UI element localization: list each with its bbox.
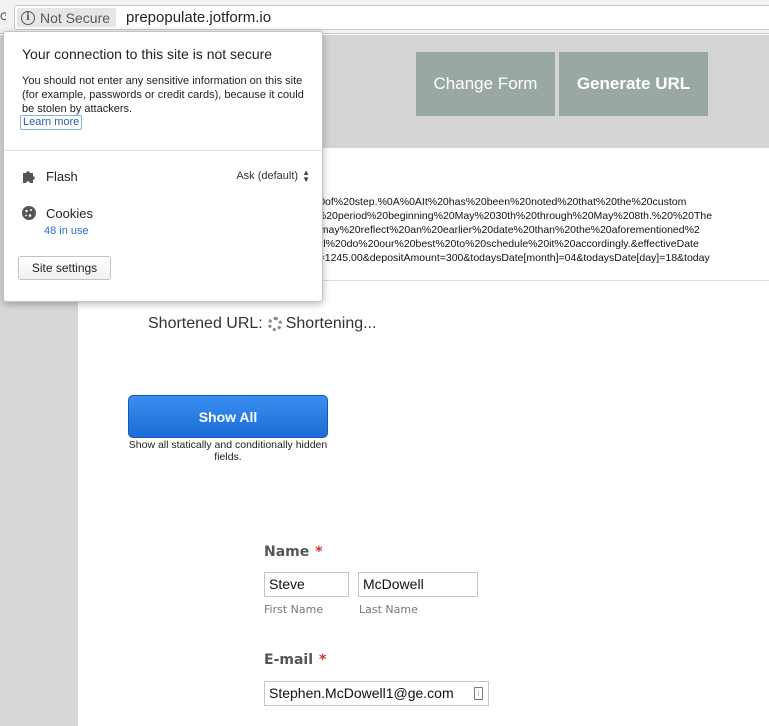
cookie-icon: [20, 204, 38, 222]
cookies-row: Cookies: [20, 204, 310, 222]
flash-setting-select[interactable]: Ask (default) ▲ ▼: [236, 168, 310, 184]
show-all-button[interactable]: Show All: [128, 395, 328, 438]
last-name-input[interactable]: McDowell: [358, 572, 478, 597]
url-text[interactable]: prepopulate.jotform.io: [126, 9, 271, 26]
first-name-input[interactable]: Steve: [264, 572, 349, 597]
flash-label: Flash: [46, 168, 78, 184]
site-settings-button[interactable]: Site settings: [18, 256, 111, 280]
show-all-caption: Show all statically and conditionally hi…: [128, 439, 328, 463]
security-label: Not Secure: [40, 9, 111, 26]
popup-description: You should not enter any sensitive infor…: [22, 75, 304, 115]
generate-url-button[interactable]: Generate URL: [559, 52, 708, 116]
site-info-popup: Your connection to this site is not secu…: [3, 31, 323, 302]
puzzle-piece-icon: [20, 167, 38, 185]
shortening-status: Shortening...: [285, 315, 377, 332]
contact-card-icon[interactable]: ⁝: [474, 687, 483, 700]
email-field-label: E-mail *: [264, 652, 326, 668]
cookies-in-use-link[interactable]: 48 in use: [44, 225, 89, 237]
url-line: nt%20may%20reflect%20an%20earlier%20date…: [290, 224, 700, 236]
info-icon: i: [21, 10, 35, 25]
address-bar: ⟳ i Not Secure prepopulate.jotform.io: [0, 0, 769, 34]
up-down-chevron-icon: ▲ ▼: [302, 168, 310, 184]
first-name-sublabel: First Name: [264, 603, 324, 616]
flash-permission-row: Flash Ask (default) ▲ ▼: [20, 167, 310, 185]
browser-window: ⟳ i Not Secure prepopulate.jotform.io Ch…: [0, 0, 769, 726]
omnibox[interactable]: i Not Secure prepopulate.jotform.io: [14, 5, 769, 30]
last-name-sublabel: Last Name: [359, 603, 418, 616]
shortened-url-label: Shortened URL:: [148, 315, 263, 332]
reload-icon[interactable]: ⟳: [0, 9, 6, 25]
url-line: %20a%20period%20beginning%20May%2030th%2…: [290, 210, 713, 222]
url-line: ide%20of%20step.%0A%0AIt%20has%20been%20…: [290, 196, 687, 208]
popup-divider: [4, 150, 322, 151]
name-field-label: Name *: [264, 544, 323, 560]
required-mark: *: [315, 544, 323, 560]
popup-title: Your connection to this site is not secu…: [22, 46, 273, 62]
spinner-icon: [267, 317, 282, 331]
url-line: %20will%20do%20our%20best%20to%20schedul…: [290, 238, 699, 250]
required-mark: *: [319, 652, 327, 668]
email-input[interactable]: Stephen.McDowell1@ge.com ⁝: [264, 681, 489, 706]
name-label-text: Name: [264, 544, 310, 560]
url-line: nce66=1245.00&depositAmount=300&todaysDa…: [290, 252, 710, 264]
change-form-button[interactable]: Change Form: [416, 52, 555, 116]
email-label-text: E-mail: [264, 652, 314, 668]
shortened-url-row: Shortened URL: Shortening...: [148, 315, 376, 333]
generated-url-text: ide%20of%20step.%0A%0AIt%20has%20been%20…: [290, 195, 769, 265]
security-indicator[interactable]: i Not Secure: [17, 8, 117, 27]
learn-more-link[interactable]: Learn more: [20, 115, 83, 130]
cookies-label: Cookies: [46, 205, 93, 221]
email-value: Stephen.McDowell1@ge.com: [269, 685, 454, 701]
flash-setting-value: Ask (default): [236, 170, 299, 182]
